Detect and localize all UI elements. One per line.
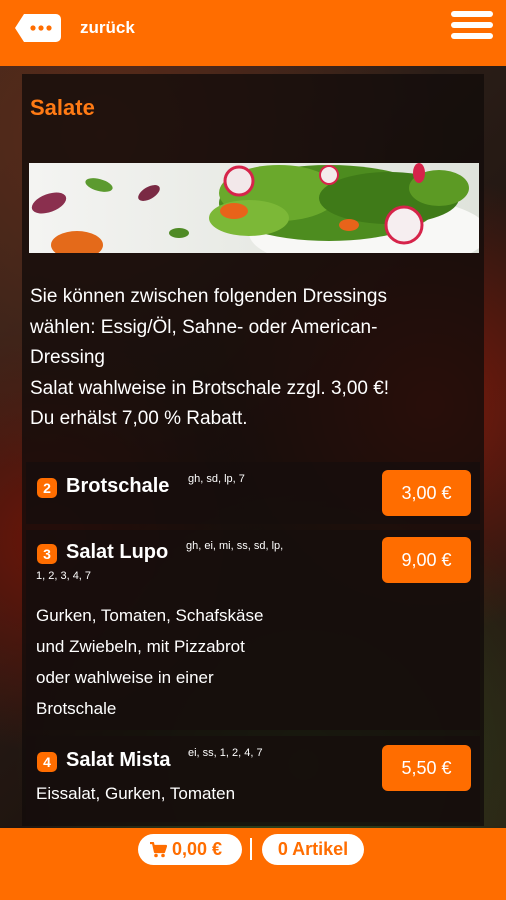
back-button[interactable] xyxy=(14,12,62,44)
intro-line: Salat wahlweise in Brotschale zzgl. 3,00… xyxy=(30,377,390,399)
item-description: Eissalat, Gurken, Tomaten xyxy=(36,784,236,803)
cart-total: 0,00 € xyxy=(172,839,223,859)
description-line: Gurken, Tomaten, Schafskäse xyxy=(36,606,264,625)
item-allergens: gh, sd, lp, 7 xyxy=(188,473,245,485)
item-name[interactable]: Brotschale xyxy=(66,475,169,498)
intro-line: Dressing xyxy=(30,347,105,368)
intro-line: Du erhälst 7,00 % Rabatt. xyxy=(30,408,248,429)
cart-count-button[interactable]: 0 Artikel xyxy=(262,834,364,865)
description-line: oder wahlweise in einer xyxy=(36,668,214,687)
item-allergens: gh, ei, mi, ss, sd, lp, xyxy=(186,540,284,552)
description-line: und Zwiebeln, mit Pizzabrot xyxy=(36,637,245,656)
top-bar xyxy=(0,0,506,66)
cart-divider xyxy=(250,838,252,860)
category-intro: Sie können zwischen folgenden Dressings … xyxy=(30,282,470,435)
add-to-cart-price-button[interactable]: 3,00 € xyxy=(382,470,471,516)
shopping-cart-icon xyxy=(150,842,167,858)
item-allergens: ei, ss, 1, 2, 4, 7 xyxy=(188,747,263,759)
description-line: Brotschale xyxy=(36,699,117,718)
item-number-badge: 4 xyxy=(37,752,57,772)
back-speech-bubble-icon xyxy=(15,14,61,42)
item-number-badge: 2 xyxy=(37,478,57,498)
add-to-cart-price-button[interactable]: 9,00 € xyxy=(382,537,471,583)
add-to-cart-price-button[interactable]: 5,50 € xyxy=(382,745,471,791)
item-description: Gurken, Tomaten, Schafskäse und Zwiebeln… xyxy=(36,600,263,724)
item-number-badge: 3 xyxy=(37,544,57,564)
category-title: Salate xyxy=(30,95,95,120)
hamburger-menu-icon[interactable] xyxy=(451,11,493,47)
cart-bar xyxy=(0,828,506,900)
item-allergens-line2: 1, 2, 3, 4, 7 xyxy=(36,570,92,582)
back-label[interactable]: zurück xyxy=(80,18,135,38)
intro-line: Sie können zwischen folgenden Dressings xyxy=(30,286,387,307)
item-name[interactable]: Salat Mista xyxy=(66,749,170,772)
item-name[interactable]: Salat Lupo xyxy=(66,541,168,564)
cart-total-button[interactable]: 0,00 € xyxy=(138,834,242,865)
salad-banner-image xyxy=(29,163,479,253)
intro-line: wählen: Essig/Öl, Sahne- oder American- xyxy=(30,316,378,338)
